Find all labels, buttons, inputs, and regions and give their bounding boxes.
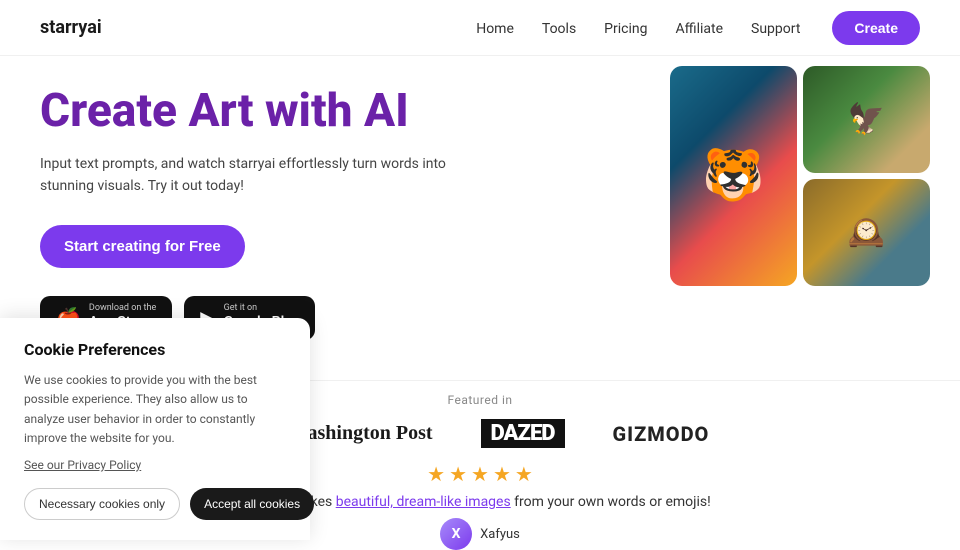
clock-image: 🕰️ [803, 179, 930, 286]
owl-illustration: 🦅 [803, 66, 930, 173]
nav-affiliate[interactable]: Affiliate [675, 21, 723, 37]
app-store-sublabel: Download on the [89, 304, 156, 313]
reviewer-info: X Xafyus [440, 518, 520, 550]
owl-image: 🦅 [803, 66, 930, 173]
nav-links: Home Tools Pricing Affiliate Support [476, 18, 800, 37]
cookie-buttons: Necessary cookies only Accept all cookie… [24, 488, 286, 520]
hero-content: Create Art with AI Input text prompts, a… [40, 86, 500, 340]
nav-support[interactable]: Support [751, 21, 800, 37]
hero-images: 🐯 🦅 🕰️ [670, 66, 930, 286]
reviewer-name: Xafyus [480, 527, 520, 542]
tiger-image: 🐯 [670, 66, 797, 286]
nav-tools[interactable]: Tools [542, 21, 576, 37]
review-text-after: from your own words or emojis! [511, 494, 711, 510]
clock-illustration: 🕰️ [803, 179, 930, 286]
star-2: ★ [449, 462, 467, 486]
tiger-illustration: 🐯 [670, 66, 797, 286]
google-play-sublabel: Get it on [224, 304, 299, 313]
cookie-banner: Cookie Preferences We use cookies to pro… [0, 318, 310, 540]
necessary-cookies-button[interactable]: Necessary cookies only [24, 488, 180, 520]
dazed-logo: DAZED [481, 419, 565, 448]
review-stars: ★ ★ ★ ★ ★ [427, 462, 533, 486]
privacy-policy-link[interactable]: See our Privacy Policy [24, 458, 286, 472]
hero-section: Create Art with AI Input text prompts, a… [0, 56, 960, 340]
create-button[interactable]: Create [832, 11, 920, 45]
star-4: ★ [493, 462, 511, 486]
nav-pricing[interactable]: Pricing [604, 21, 647, 37]
featured-logos: The Washington Post DAZED GIZMODO [251, 419, 710, 448]
nav-home[interactable]: Home [476, 21, 514, 37]
hero-title: Create Art with AI [40, 86, 500, 137]
start-creating-button[interactable]: Start creating for Free [40, 225, 245, 268]
accept-cookies-button[interactable]: Accept all cookies [190, 488, 314, 520]
star-3: ★ [471, 462, 489, 486]
cookie-description: We use cookies to provide you with the b… [24, 371, 286, 448]
featured-label: Featured in [447, 393, 512, 407]
gizmodo-logo: GIZMODO [613, 422, 710, 446]
avatar: X [440, 518, 472, 550]
cookie-title: Cookie Preferences [24, 340, 286, 359]
navbar: starryai Home Tools Pricing Affiliate Su… [0, 0, 960, 56]
review-highlight: beautiful, dream-like images [336, 494, 511, 510]
star-5: ★ [515, 462, 533, 486]
hero-description: Input text prompts, and watch starryai e… [40, 153, 500, 198]
star-1: ★ [427, 462, 445, 486]
review-row: The ai makes beautiful, dream-like image… [249, 494, 710, 510]
review-text: The ai makes beautiful, dream-like image… [249, 494, 710, 510]
logo: starryai [40, 17, 102, 38]
